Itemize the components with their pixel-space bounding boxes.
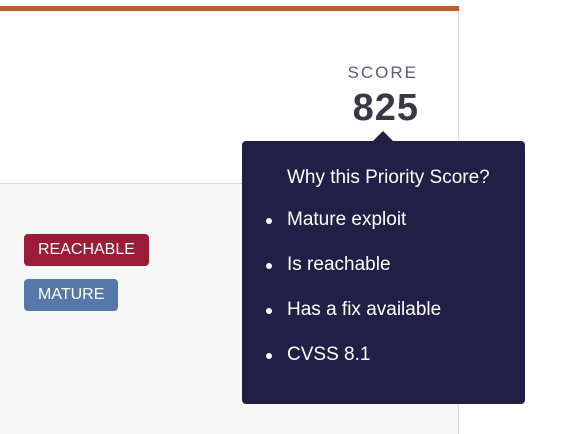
score-reason-label: CVSS 8.1 bbox=[287, 344, 371, 365]
bullet-icon bbox=[266, 308, 272, 314]
reachable-badge: REACHABLE bbox=[24, 234, 149, 266]
tooltip-title: Why this Priority Score? bbox=[287, 167, 490, 188]
score-reason-label: Has a fix available bbox=[287, 299, 442, 320]
tooltip-arrow bbox=[373, 131, 393, 141]
score-reason-label: Mature exploit bbox=[287, 209, 407, 230]
priority-score-value[interactable]: 825 bbox=[353, 87, 419, 130]
priority-score-tooltip: Why this Priority Score? Mature exploit … bbox=[242, 131, 525, 404]
issue-card-view: SCORE 825 REACHABLE MATURE Why this Prio… bbox=[0, 0, 588, 434]
score-label: SCORE bbox=[347, 63, 418, 82]
bullet-icon bbox=[266, 218, 272, 224]
score-reason-label: Is reachable bbox=[287, 254, 391, 275]
mature-badge: MATURE bbox=[24, 279, 119, 311]
bullet-icon bbox=[266, 353, 272, 359]
bullet-icon bbox=[266, 263, 272, 269]
